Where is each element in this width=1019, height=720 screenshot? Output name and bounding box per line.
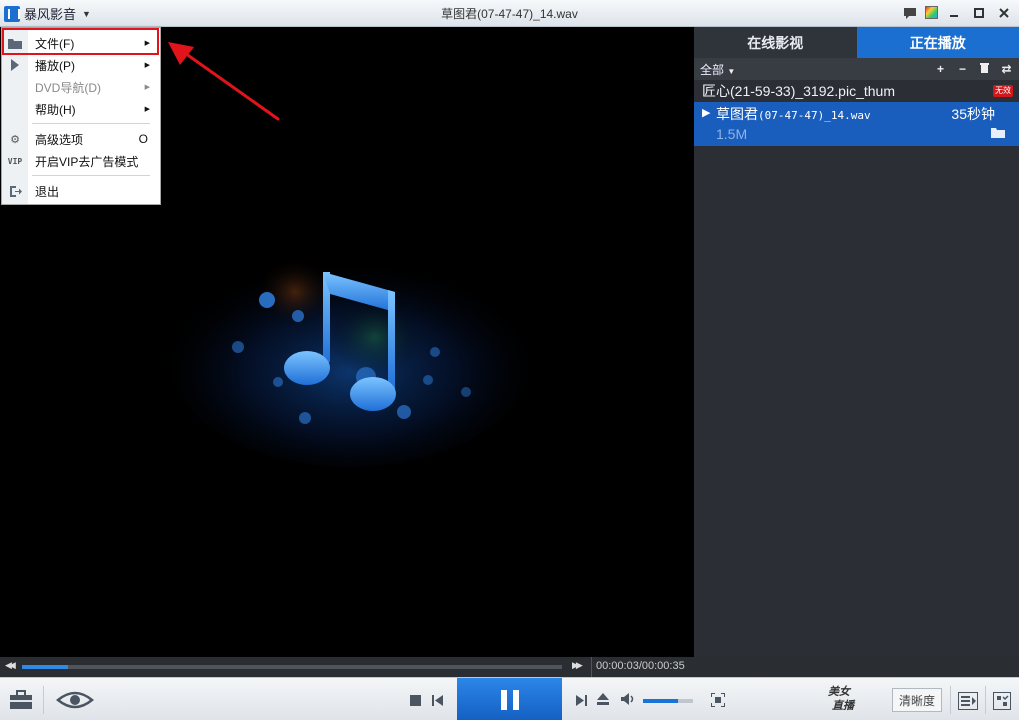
annotation-arrow: [168, 42, 280, 121]
settings-panel-icon[interactable]: [991, 690, 1013, 712]
minimize-button[interactable]: [944, 4, 963, 22]
pause-icon-bar: [512, 689, 519, 710]
menu-item-label: 播放(P): [35, 58, 75, 73]
pause-icon: [500, 689, 507, 710]
playlist-item[interactable]: 匠心(21-59-33)_3192.pic_thum 无效: [694, 80, 1019, 102]
next-icon[interactable]: [574, 693, 588, 707]
submenu-arrow-icon: ▶: [144, 84, 150, 91]
invalid-badge: 无效: [993, 85, 1013, 97]
menu-item-vip-mode[interactable]: VIP 开启VIP去广告模式: [2, 150, 160, 172]
menu-separator: [32, 123, 150, 124]
previous-icon[interactable]: [430, 693, 444, 707]
menu-item-dvd-nav[interactable]: DVD导航(D) ▶: [2, 76, 160, 98]
eject-icon[interactable]: [596, 692, 610, 706]
quality-button[interactable]: 清晰度: [892, 688, 942, 712]
submenu-arrow-icon: ▶: [144, 106, 150, 113]
playlist-toolbar: 全部 ▼ + − ⇄: [694, 58, 1019, 80]
menu-item-advanced-options[interactable]: ⚙ 高级选项 O: [2, 128, 160, 150]
divider: [985, 686, 986, 714]
rewind-icon[interactable]: ◀◀: [5, 660, 16, 671]
playlist-toggle-icon[interactable]: [956, 690, 980, 712]
playlist-item-name: 草图君(07-47-47)_14.wav: [716, 104, 871, 124]
chevron-down-icon: ▼: [727, 66, 736, 76]
trash-icon[interactable]: [978, 62, 991, 76]
player-window: 暴风影音 ▼ 草图君(07-47-47)_14.wav 文件(F) ▶ 播放(P…: [0, 0, 1019, 720]
annotation-highlight-box: [2, 28, 159, 55]
vip-icon: VIP: [7, 156, 23, 166]
menu-item-help[interactable]: 帮助(H) ▶: [2, 98, 160, 120]
menu-item-label: 帮助(H): [35, 102, 76, 117]
playlist-tools: + − ⇄: [934, 62, 1013, 76]
menu-item-label: 高级选项: [35, 132, 84, 147]
maximize-button[interactable]: [969, 4, 988, 22]
menu-item-label: 退出: [35, 184, 60, 199]
filter-label: 全部: [700, 62, 725, 77]
playlist-item-duration: 35秒钟: [951, 106, 995, 122]
close-button[interactable]: [994, 4, 1013, 22]
panel-tabs: 在线影视 正在播放: [694, 27, 1019, 58]
playlist-panel: 在线影视 正在播放 全部 ▼ + − ⇄ 匠心(21-59-33)_3192.p…: [694, 27, 1019, 657]
playlist-filter-dropdown[interactable]: 全部 ▼: [700, 61, 735, 78]
playlist-item-playing[interactable]: ▶ 草图君(07-47-47)_14.wav 35秒钟 1.5M: [694, 102, 1019, 146]
menu-item-label: 开启VIP去广告模式: [35, 154, 139, 169]
gear-icon: ⚙: [10, 133, 20, 146]
music-note-art: [170, 257, 530, 467]
menu-item-label: DVD导航(D): [35, 80, 101, 95]
seek-track[interactable]: [22, 665, 562, 669]
skin-icon[interactable]: [925, 6, 938, 19]
menu-item-exit[interactable]: 退出: [2, 180, 160, 202]
divider: [43, 686, 44, 714]
volume-level: [643, 699, 678, 703]
loop-mode-icon[interactable]: ⇄: [1000, 62, 1013, 76]
toolbox-icon[interactable]: [8, 688, 34, 712]
live-badge-line1: 美女: [828, 686, 850, 698]
menu-item-accelerator: O: [138, 132, 148, 146]
tab-online-video[interactable]: 在线影视: [694, 27, 857, 58]
chevron-down-icon: ▼: [82, 8, 91, 19]
fast-forward-icon[interactable]: ▶▶: [572, 660, 583, 671]
playlist-item-size: 1.5M: [716, 126, 748, 142]
volume-icon[interactable]: [620, 692, 636, 706]
playlist-item-name-prefix: 草图君: [716, 106, 758, 122]
divider: [591, 657, 592, 677]
seek-progress: [22, 665, 69, 669]
submenu-arrow-icon: ▶: [144, 62, 150, 69]
volume-slider[interactable]: [643, 699, 693, 703]
open-folder-icon[interactable]: [991, 127, 1005, 138]
window-title: 草图君(07-47-47)_14.wav: [441, 7, 578, 21]
now-playing-icon: ▶: [702, 107, 711, 119]
exit-icon: [7, 183, 23, 199]
playlist-item-name: 匠心(21-59-33)_3192.pic_thum: [702, 83, 895, 99]
remove-icon[interactable]: −: [956, 62, 969, 76]
menu-separator: [32, 175, 150, 176]
seek-bar: ◀◀ ▶▶ 00:00:03/00:00:35: [0, 657, 1019, 677]
message-icon[interactable]: [900, 4, 919, 22]
playlist-item-name-suffix: (07-47-47)_14.wav: [758, 109, 871, 122]
live-badge-line2: 直播: [832, 700, 854, 712]
fullscreen-icon[interactable]: [710, 692, 726, 708]
tab-now-playing[interactable]: 正在播放: [856, 27, 1019, 58]
app-logo-icon: [4, 5, 20, 22]
window-controls: [900, 4, 1013, 22]
title-bar: 暴风影音 ▼ 草图君(07-47-47)_14.wav: [0, 0, 1019, 27]
app-name: 暴风影音: [24, 7, 77, 22]
menu-item-play[interactable]: 播放(P) ▶: [2, 54, 160, 76]
pause-button[interactable]: [457, 678, 562, 720]
main-menu-button[interactable]: 暴风影音 ▼: [4, 2, 102, 25]
time-display: 00:00:03/00:00:35: [596, 660, 685, 672]
eye-icon[interactable]: [55, 688, 95, 712]
divider: [950, 686, 951, 714]
live-stream-button[interactable]: 美女 直播: [822, 686, 876, 714]
add-icon[interactable]: +: [934, 62, 947, 76]
play-icon: [7, 57, 23, 73]
stop-icon[interactable]: [408, 693, 422, 707]
control-bar: 美女 直播 清晰度: [0, 677, 1019, 720]
